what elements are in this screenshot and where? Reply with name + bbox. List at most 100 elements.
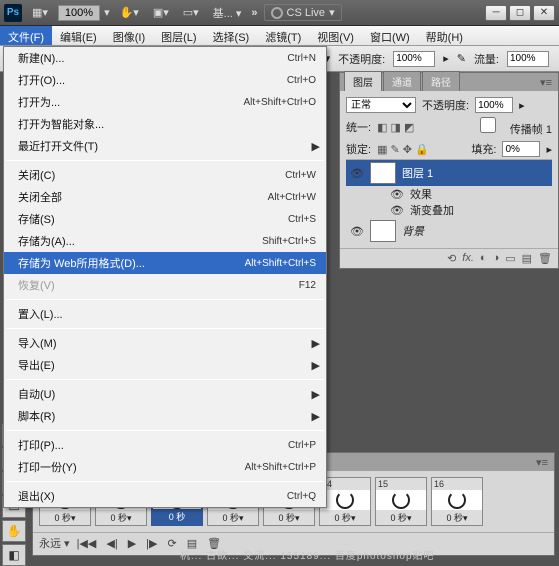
first-frame-button[interactable]: |◀◀ xyxy=(74,537,100,550)
menu-4[interactable]: 选择(S) xyxy=(205,26,258,45)
menu-item[interactable]: 关闭(C)Ctrl+W xyxy=(4,164,326,186)
new-layer-icon[interactable]: ▤ xyxy=(522,252,532,265)
overflow-icon[interactable]: » xyxy=(251,7,257,19)
menu-item[interactable]: 新建(N)...Ctrl+N xyxy=(4,47,326,69)
tab[interactable]: 图层 xyxy=(344,71,382,91)
opacity-label: 不透明度: xyxy=(422,97,469,113)
frame-duration[interactable]: 0 秒▾ xyxy=(376,510,426,525)
layer-row[interactable]: 👁 图层 1 xyxy=(346,160,552,186)
link-icon[interactable]: ⟲ xyxy=(447,252,456,265)
menu-3[interactable]: 图层(L) xyxy=(153,26,204,45)
tab[interactable]: 通道 xyxy=(383,71,421,91)
layer-row[interactable]: 👁背景 xyxy=(346,218,552,244)
menu-item[interactable]: 自动(U)▶ xyxy=(4,383,326,405)
unify-icons[interactable]: ◧ ◨ ◩ xyxy=(377,121,414,134)
maximize-button[interactable]: ◻ xyxy=(509,5,531,21)
prev-frame-button[interactable]: ◀| xyxy=(103,537,120,550)
tween-button[interactable]: ⟳ xyxy=(164,537,179,550)
flow-label: 流量: xyxy=(474,51,499,67)
frame-duration[interactable]: 0 秒▾ xyxy=(40,510,90,525)
frame-duration[interactable]: 0 秒▾ xyxy=(320,510,370,525)
menu-item[interactable]: 最近打开文件(T)▶ xyxy=(4,135,326,157)
menu-item[interactable]: 脚本(R)▶ xyxy=(4,405,326,427)
frame-thumb xyxy=(376,490,426,510)
minimize-button[interactable]: ─ xyxy=(485,5,507,21)
menu-item[interactable]: 存储为(A)...Shift+Ctrl+S xyxy=(4,230,326,252)
opacity-input[interactable] xyxy=(393,51,435,67)
menu-5[interactable]: 滤镜(T) xyxy=(257,26,309,45)
menu-item[interactable]: 导出(E)▶ xyxy=(4,354,326,376)
close-button[interactable]: ✕ xyxy=(533,5,555,21)
menu-item[interactable]: 打开为智能对象... xyxy=(4,113,326,135)
menu-item[interactable]: 存储(S)Ctrl+S xyxy=(4,208,326,230)
opacity-label: 不透明度: xyxy=(338,51,385,67)
menu-item[interactable]: 退出(X)Ctrl+Q xyxy=(4,485,326,507)
hand-icon[interactable]: ✋▾ xyxy=(116,4,143,21)
workspace-switcher[interactable]: 基... ▾ xyxy=(209,5,246,21)
menu-item[interactable]: 关闭全部Alt+Ctrl+W xyxy=(4,186,326,208)
menu-item[interactable]: 打开为...Alt+Shift+Ctrl+O xyxy=(4,91,326,113)
menu-0[interactable]: 文件(F) xyxy=(0,26,52,45)
menu-6[interactable]: 视图(V) xyxy=(309,26,362,45)
zoom-level[interactable]: 100% xyxy=(58,5,100,21)
adjustment-icon[interactable]: ◑ xyxy=(493,252,500,265)
frame-duration[interactable]: 0 秒▾ xyxy=(208,510,258,525)
frame-duration[interactable]: 0 秒▾ xyxy=(432,510,482,525)
menu-2[interactable]: 图像(I) xyxy=(105,26,153,45)
lock-label: 锁定: xyxy=(346,141,371,157)
frame-duration[interactable]: 0 秒▾ xyxy=(96,510,146,525)
menu-item[interactable]: 打开(O)...Ctrl+O xyxy=(4,69,326,91)
propagate-label: 传播帧 1 xyxy=(510,124,552,136)
eye-icon[interactable]: 👁 xyxy=(350,225,364,238)
animation-frame[interactable]: 160 秒▾ xyxy=(431,477,483,526)
menu-7[interactable]: 窗口(W) xyxy=(362,26,418,45)
tab[interactable]: 路径 xyxy=(422,71,460,91)
eye-icon[interactable]: 👁 xyxy=(390,188,404,201)
brush-dynamics-icon[interactable]: ✎ xyxy=(457,52,466,65)
play-button[interactable]: ▶ xyxy=(125,537,139,550)
view-icon[interactable]: ▣▾ xyxy=(149,4,173,21)
panel-menu-icon[interactable]: ▾≡ xyxy=(530,454,554,471)
cslive-button[interactable]: CS Live▾ xyxy=(264,4,342,21)
layer-effect[interactable]: 效果 xyxy=(410,186,432,202)
flow-input[interactable] xyxy=(507,51,549,67)
menu-item[interactable]: 导入(M)▶ xyxy=(4,332,326,354)
frame-duration[interactable]: 0 秒 xyxy=(153,509,201,524)
menu-item[interactable]: 存储为 Web所用格式(D)...Alt+Shift+Ctrl+S xyxy=(4,252,326,274)
fill-label: 填充: xyxy=(471,141,496,157)
propagate-checkbox[interactable] xyxy=(469,117,507,133)
next-frame-button[interactable]: |▶ xyxy=(143,537,160,550)
frame-thumb xyxy=(432,490,482,510)
bridge-icon[interactable]: ▦▾ xyxy=(28,4,52,21)
menu-item[interactable]: 置入(L)... xyxy=(4,303,326,325)
trash-icon[interactable]: 🗑 xyxy=(538,252,552,265)
menu-8[interactable]: 帮助(H) xyxy=(418,26,471,45)
menu-item[interactable]: 打印(P)...Ctrl+P xyxy=(4,434,326,456)
layer-thumb xyxy=(370,162,396,184)
lock-icons[interactable]: ▦ ✎ ✥ 🔒 xyxy=(377,143,429,156)
unify-label: 统一: xyxy=(346,119,371,135)
menu-1[interactable]: 编辑(E) xyxy=(52,26,105,45)
layer-opacity-input[interactable] xyxy=(475,97,513,113)
menu-item[interactable]: 打印一份(Y)Alt+Shift+Ctrl+P xyxy=(4,456,326,478)
frame-duration[interactable]: 0 秒▾ xyxy=(264,510,314,525)
layer-thumb xyxy=(370,220,396,242)
eye-icon[interactable]: 👁 xyxy=(350,167,364,180)
screen-icon[interactable]: ▭▾ xyxy=(179,4,203,21)
fill-input[interactable] xyxy=(502,141,540,157)
blend-mode-select[interactable]: 正常 xyxy=(346,97,416,113)
panel-menu-icon[interactable]: ▾≡ xyxy=(534,74,558,91)
eye-icon[interactable]: 👁 xyxy=(390,204,404,217)
mask-icon[interactable]: ◐ xyxy=(480,252,487,265)
loop-select[interactable]: 永远 ▾ xyxy=(39,535,70,551)
title-bar: Ps ▦▾ 100%▾ ✋▾ ▣▾ ▭▾ 基... ▾ » CS Live▾ ─… xyxy=(0,0,559,26)
hand-tool-icon[interactable]: ✋ xyxy=(2,520,26,542)
layers-panel: 图层通道路径▾≡ 正常 不透明度: ▸ 统一: ◧ ◨ ◩ 传播帧 1 锁定: … xyxy=(339,72,559,269)
footer-caption: 机... 古欲... 交流... 155189... 百度photoshop贴吧 xyxy=(180,547,435,562)
fx-icon[interactable]: fx. xyxy=(462,252,474,265)
folder-icon[interactable]: ▭ xyxy=(505,252,515,265)
chevron-down-icon[interactable]: ▸ xyxy=(443,52,449,65)
animation-frame[interactable]: 150 秒▾ xyxy=(375,477,427,526)
layer-name: 图层 1 xyxy=(402,165,548,181)
layer-effect[interactable]: 渐变叠加 xyxy=(410,202,454,218)
